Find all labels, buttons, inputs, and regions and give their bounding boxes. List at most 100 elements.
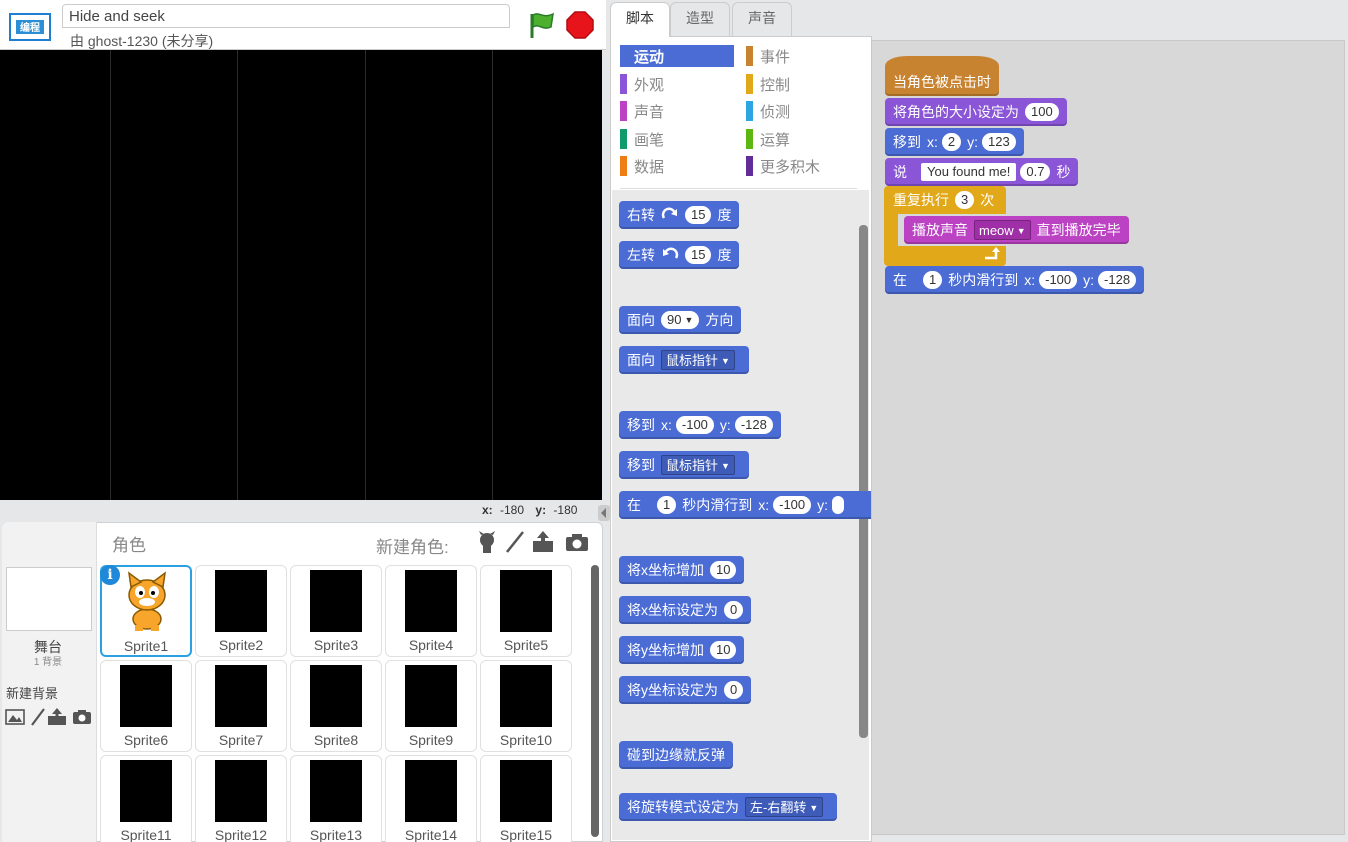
category-operators[interactable]: 运算 <box>746 128 856 150</box>
stop-icon[interactable] <box>566 11 594 39</box>
stage-line <box>237 50 238 500</box>
x-input[interactable]: -100 <box>773 496 812 514</box>
direction-input[interactable]: 90 ▼ <box>661 311 700 329</box>
change-x-input[interactable]: 10 <box>710 561 737 579</box>
project-byline: 由 ghost-1230 (未分享) <box>70 33 214 49</box>
category-pen[interactable]: 画笔 <box>620 128 734 150</box>
sprite-tile[interactable]: Sprite9 <box>385 660 477 752</box>
stage-thumbnail[interactable] <box>6 567 92 631</box>
sprite-tile[interactable]: Sprite4 <box>385 565 477 657</box>
upload-icon[interactable] <box>47 707 67 727</box>
project-title-input[interactable] <box>62 4 510 28</box>
block-change-x[interactable]: 将x坐标增加 10 <box>619 556 745 584</box>
block-glide[interactable]: 在 1 秒内滑行到 x: -100 y: -128 <box>885 266 1145 294</box>
camera-icon[interactable] <box>565 530 589 554</box>
category-motion[interactable]: 运动 <box>620 45 734 67</box>
stage-canvas[interactable] <box>0 50 602 500</box>
sprite-tile[interactable]: Sprite3 <box>290 565 382 657</box>
rotation-style-dropdown[interactable]: 左-右翻转 ▼ <box>745 797 824 817</box>
set-x-input[interactable]: 0 <box>724 601 744 619</box>
sprite-tile[interactable]: Sprite6 <box>100 660 192 752</box>
block-text: 将旋转模式设定为 <box>627 799 739 815</box>
sprite-tile[interactable]: Sprite5 <box>480 565 572 657</box>
category-looks[interactable]: 外观 <box>620 73 734 95</box>
y-input[interactable]: -128 <box>1098 271 1137 289</box>
x-input[interactable]: 2 <box>941 133 962 151</box>
sprite-tile[interactable]: Sprite2 <box>195 565 287 657</box>
block-change-y[interactable]: 将y坐标增加 10 <box>619 636 745 664</box>
camera-icon[interactable] <box>72 707 92 727</box>
sprite-list-scrollbar-thumb[interactable] <box>591 565 599 837</box>
say-message-input[interactable]: You found me! <box>921 163 1017 181</box>
sprite-tile[interactable]: Sprite13 <box>290 755 382 842</box>
paint-icon[interactable] <box>28 707 48 727</box>
collapse-stage-icon[interactable] <box>598 505 610 521</box>
category-data[interactable]: 数据 <box>620 155 734 177</box>
block-text: 面向 <box>627 312 655 328</box>
green-flag-icon[interactable] <box>526 10 556 40</box>
upload-icon[interactable] <box>531 530 555 554</box>
block-go-to-xy[interactable]: 移到 x: -100 y: -128 <box>619 411 781 439</box>
y-input[interactable]: 123 <box>982 133 1016 151</box>
glide-secs-input[interactable]: 1 <box>923 271 943 289</box>
block-set-y[interactable]: 将y坐标设定为 0 <box>619 676 752 704</box>
sprite-tile[interactable]: Sprite7 <box>195 660 287 752</box>
block-bounce[interactable]: 碰到边缘就反弹 <box>619 741 733 769</box>
backdrop-library-icon[interactable] <box>5 707 25 727</box>
tab-scripts[interactable]: 脚本 <box>610 2 670 37</box>
block-set-rotation-style[interactable]: 将旋转模式设定为 左-右翻转 ▼ <box>619 793 838 821</box>
category-control[interactable]: 控制 <box>746 73 856 95</box>
say-secs-input[interactable]: 0.7 <box>1020 163 1051 181</box>
block-say-for-secs[interactable]: 说 You found me! 0.7 秒 <box>885 158 1079 186</box>
block-text: 左转 <box>627 247 655 263</box>
size-input[interactable]: 100 <box>1025 103 1059 121</box>
x-label: x: <box>661 417 672 433</box>
category-sensing[interactable]: 侦测 <box>746 100 856 122</box>
block-go-to[interactable]: 移到 鼠标指针 ▼ <box>619 451 749 479</box>
turn-degrees-input[interactable]: 15 <box>685 246 712 264</box>
block-repeat[interactable]: 重复执行 3 次 <box>885 186 1003 214</box>
sprite-name: Sprite9 <box>408 732 454 748</box>
set-y-input[interactable]: 0 <box>724 681 744 699</box>
y-input[interactable]: -128 <box>734 416 773 434</box>
x-input[interactable]: -100 <box>1039 271 1078 289</box>
sprite-thumbnail <box>215 570 267 632</box>
sprite-tile[interactable]: Sprite14 <box>385 755 477 842</box>
sprite-name: Sprite10 <box>499 732 553 748</box>
block-play-sound-until-done[interactable]: 播放声音 meow ▼ 直到播放完毕 <box>904 216 1129 244</box>
block-set-x[interactable]: 将x坐标设定为 0 <box>619 596 752 624</box>
block-set-size[interactable]: 将角色的大小设定为 100 <box>885 98 1067 126</box>
change-y-input[interactable]: 10 <box>710 641 737 659</box>
block-when-sprite-clicked[interactable]: 当角色被点击时 <box>885 56 999 96</box>
sprite-tile[interactable]: Sprite8 <box>290 660 382 752</box>
tab-costumes[interactable]: 造型 <box>670 2 730 36</box>
glide-secs-input[interactable]: 1 <box>657 496 677 514</box>
info-icon[interactable]: i <box>100 565 120 585</box>
category-events[interactable]: 事件 <box>746 45 856 67</box>
turn-degrees-input[interactable]: 15 <box>685 206 712 224</box>
sprite-tile[interactable]: Sprite15 <box>480 755 572 842</box>
y-input[interactable] <box>832 496 845 514</box>
block-go-to-xy[interactable]: 移到 x: 2 y: 123 <box>885 128 1024 156</box>
category-more-blocks[interactable]: 更多积木 <box>746 155 856 177</box>
repeat-times-input[interactable]: 3 <box>955 191 975 209</box>
sprite-tile[interactable]: Sprite12 <box>195 755 287 842</box>
sound-dropdown[interactable]: meow ▼ <box>974 220 1031 240</box>
block-turn-right[interactable]: 右转 15 度 <box>619 201 740 229</box>
block-point-towards[interactable]: 面向 鼠标指针 ▼ <box>619 346 749 374</box>
palette-scrollbar-thumb[interactable] <box>859 225 868 738</box>
go-to-dropdown[interactable]: 鼠标指针 ▼ <box>661 455 735 475</box>
block-point-in-direction[interactable]: 面向 90 ▼ 方向 <box>619 306 742 334</box>
point-towards-dropdown[interactable]: 鼠标指针 ▼ <box>661 350 735 370</box>
block-turn-left[interactable]: 左转 15 度 <box>619 241 740 269</box>
category-sound[interactable]: 声音 <box>620 100 734 122</box>
paint-icon[interactable] <box>503 530 527 554</box>
block-text: 说 <box>893 164 907 180</box>
sprite-tile[interactable]: Sprite10 <box>480 660 572 752</box>
scratch-logo-icon[interactable]: 编程 <box>8 8 52 44</box>
x-input[interactable]: -100 <box>675 416 714 434</box>
tab-sounds[interactable]: 声音 <box>732 2 792 36</box>
block-glide[interactable]: 在 1 秒内滑行到 x: -100 y: <box>619 491 872 519</box>
sprite-tile[interactable]: Sprite11 <box>100 755 192 842</box>
sprite-library-icon[interactable] <box>475 530 499 554</box>
